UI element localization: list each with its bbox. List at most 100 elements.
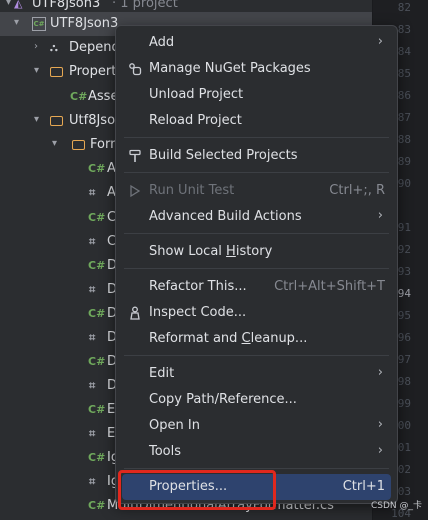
menu-item-add[interactable]: Add › bbox=[122, 30, 391, 56]
menu-item-build-selected[interactable]: Build Selected Projects bbox=[122, 143, 391, 169]
submenu-arrow-icon: › bbox=[377, 208, 383, 223]
tag-icon: ⌗ bbox=[89, 331, 96, 344]
menu-item-label: Add bbox=[149, 35, 175, 50]
label-part: Show Local bbox=[149, 244, 227, 259]
csharp-file-icon: C# bbox=[70, 90, 88, 103]
hammer-icon bbox=[128, 149, 142, 163]
line-number: 95 bbox=[397, 309, 411, 322]
csharp-project-icon: C# bbox=[32, 17, 46, 31]
tag-icon: ⌗ bbox=[89, 186, 96, 199]
menu-item-label: Edit bbox=[149, 366, 175, 381]
chevron-down-icon[interactable]: ▾ bbox=[34, 114, 39, 125]
csharp-file-icon: C# bbox=[88, 211, 106, 224]
line-number: 86 bbox=[397, 89, 411, 102]
menu-item-label: Reformat and Cleanup... bbox=[149, 331, 307, 346]
run-test-icon bbox=[128, 184, 142, 198]
menu-item-label: Advanced Build Actions bbox=[149, 209, 302, 224]
tag-icon: ⌗ bbox=[89, 427, 96, 440]
menu-item-advanced-build[interactable]: Advanced Build Actions › bbox=[122, 204, 391, 230]
menu-item-tools[interactable]: Tools › bbox=[122, 439, 391, 465]
menu-item-inspect-code[interactable]: Inspect Code... bbox=[122, 300, 391, 326]
csharp-file-icon: C# bbox=[88, 307, 106, 320]
menu-item-reformat-cleanup[interactable]: Reformat and Cleanup... bbox=[122, 326, 391, 352]
line-number: 87 bbox=[397, 111, 411, 124]
chevron-down-icon[interactable]: ▾ bbox=[14, 17, 19, 28]
line-number: 88 bbox=[397, 133, 411, 146]
line-number-current: 94 bbox=[397, 287, 411, 300]
inspect-icon bbox=[128, 306, 142, 320]
menu-separator bbox=[124, 172, 389, 173]
line-number: 90 bbox=[397, 177, 411, 190]
menu-item-label: Copy Path/Reference... bbox=[149, 392, 297, 407]
line-number: 93 bbox=[397, 265, 411, 278]
menu-separator bbox=[124, 233, 389, 234]
folder-icon bbox=[50, 116, 63, 126]
menu-item-label: Show Local History bbox=[149, 244, 272, 259]
line-number: 85 bbox=[397, 67, 411, 80]
submenu-arrow-icon: › bbox=[377, 417, 383, 432]
submenu-arrow-icon: › bbox=[377, 34, 383, 49]
submenu-arrow-icon: › bbox=[377, 443, 383, 458]
label-part: leanup... bbox=[250, 331, 308, 346]
csharp-file-icon: C# bbox=[88, 451, 106, 464]
line-number: 83 bbox=[397, 23, 411, 36]
line-number: 84 bbox=[397, 45, 411, 58]
chevron-down-icon[interactable]: ▾ bbox=[34, 65, 39, 76]
csharp-file-icon: C# bbox=[88, 499, 106, 512]
menu-item-open-in[interactable]: Open In › bbox=[122, 413, 391, 439]
tree-row-label: Asse bbox=[88, 89, 119, 104]
menu-item-shortcut: Ctrl+Alt+Shift+T bbox=[274, 279, 385, 294]
menu-item-label: Reload Project bbox=[149, 113, 242, 128]
watermark: CSDN @_卡 bbox=[370, 501, 422, 511]
mnemonic-letter: C bbox=[241, 331, 251, 346]
menu-item-copy-path[interactable]: Copy Path/Reference... bbox=[122, 387, 391, 413]
menu-item-edit[interactable]: Edit › bbox=[122, 361, 391, 387]
menu-item-label: Tools bbox=[149, 444, 182, 459]
mnemonic-letter: H bbox=[226, 244, 236, 259]
tag-icon: ⌗ bbox=[89, 379, 96, 392]
dependencies-icon: ⛬ bbox=[50, 41, 58, 54]
nuget-icon bbox=[128, 62, 142, 76]
submenu-arrow-icon: › bbox=[377, 365, 383, 380]
menu-separator bbox=[124, 268, 389, 269]
menu-item-shortcut: Ctrl+;, R bbox=[329, 183, 385, 198]
tree-row-label: UTF8Json3 bbox=[32, 0, 101, 11]
folder-icon bbox=[50, 67, 63, 77]
menu-separator bbox=[124, 355, 389, 356]
menu-separator bbox=[124, 468, 389, 469]
menu-separator bbox=[124, 137, 389, 138]
line-number: 96 bbox=[397, 331, 411, 344]
menu-item-refactor-this[interactable]: Refactor This... Ctrl+Alt+Shift+T bbox=[122, 274, 391, 300]
chevron-down-icon[interactable]: ▾ bbox=[52, 138, 57, 149]
csharp-file-icon: C# bbox=[88, 403, 106, 416]
tag-icon: ⌗ bbox=[89, 283, 96, 296]
menu-item-label: Manage NuGet Packages bbox=[149, 61, 311, 76]
folder-icon bbox=[72, 140, 85, 150]
tag-icon: ⌗ bbox=[89, 475, 96, 488]
menu-item-manage-nuget[interactable]: Manage NuGet Packages bbox=[122, 56, 391, 82]
csharp-file-icon: C# bbox=[88, 259, 106, 272]
csharp-file-icon: C# bbox=[88, 162, 106, 175]
tree-row-label: Propert bbox=[69, 64, 117, 79]
line-number: 97 bbox=[397, 353, 411, 366]
context-menu: Add › Manage NuGet Packages Unload Proje… bbox=[115, 25, 398, 504]
menu-item-reload-project[interactable]: Reload Project bbox=[122, 108, 391, 134]
menu-item-label: Unload Project bbox=[149, 87, 244, 102]
label-part: istory bbox=[235, 244, 273, 259]
menu-item-label: Refactor This... bbox=[149, 279, 247, 294]
chevron-down-icon[interactable]: ▾ bbox=[6, 0, 11, 8]
tree-row-label: E bbox=[107, 402, 116, 417]
chevron-right-icon[interactable]: › bbox=[34, 41, 38, 52]
line-number: 99 bbox=[397, 397, 411, 410]
tree-row-label: E bbox=[107, 426, 116, 441]
label-part: Reformat and bbox=[149, 331, 242, 346]
menu-item-run-unit-test[interactable]: Run Unit Test Ctrl+;, R bbox=[122, 178, 391, 204]
menu-item-show-local-history[interactable]: Show Local History bbox=[122, 239, 391, 265]
menu-item-label: Inspect Code... bbox=[149, 305, 247, 320]
menu-item-unload-project[interactable]: Unload Project bbox=[122, 82, 391, 108]
tree-row-label: UTF8Json3 bbox=[50, 16, 119, 31]
line-number: 82 bbox=[397, 1, 411, 14]
tag-icon: ⌗ bbox=[89, 235, 96, 248]
menu-item-shortcut: Ctrl+1 bbox=[342, 479, 385, 494]
solution-icon: ◭ bbox=[14, 0, 23, 10]
